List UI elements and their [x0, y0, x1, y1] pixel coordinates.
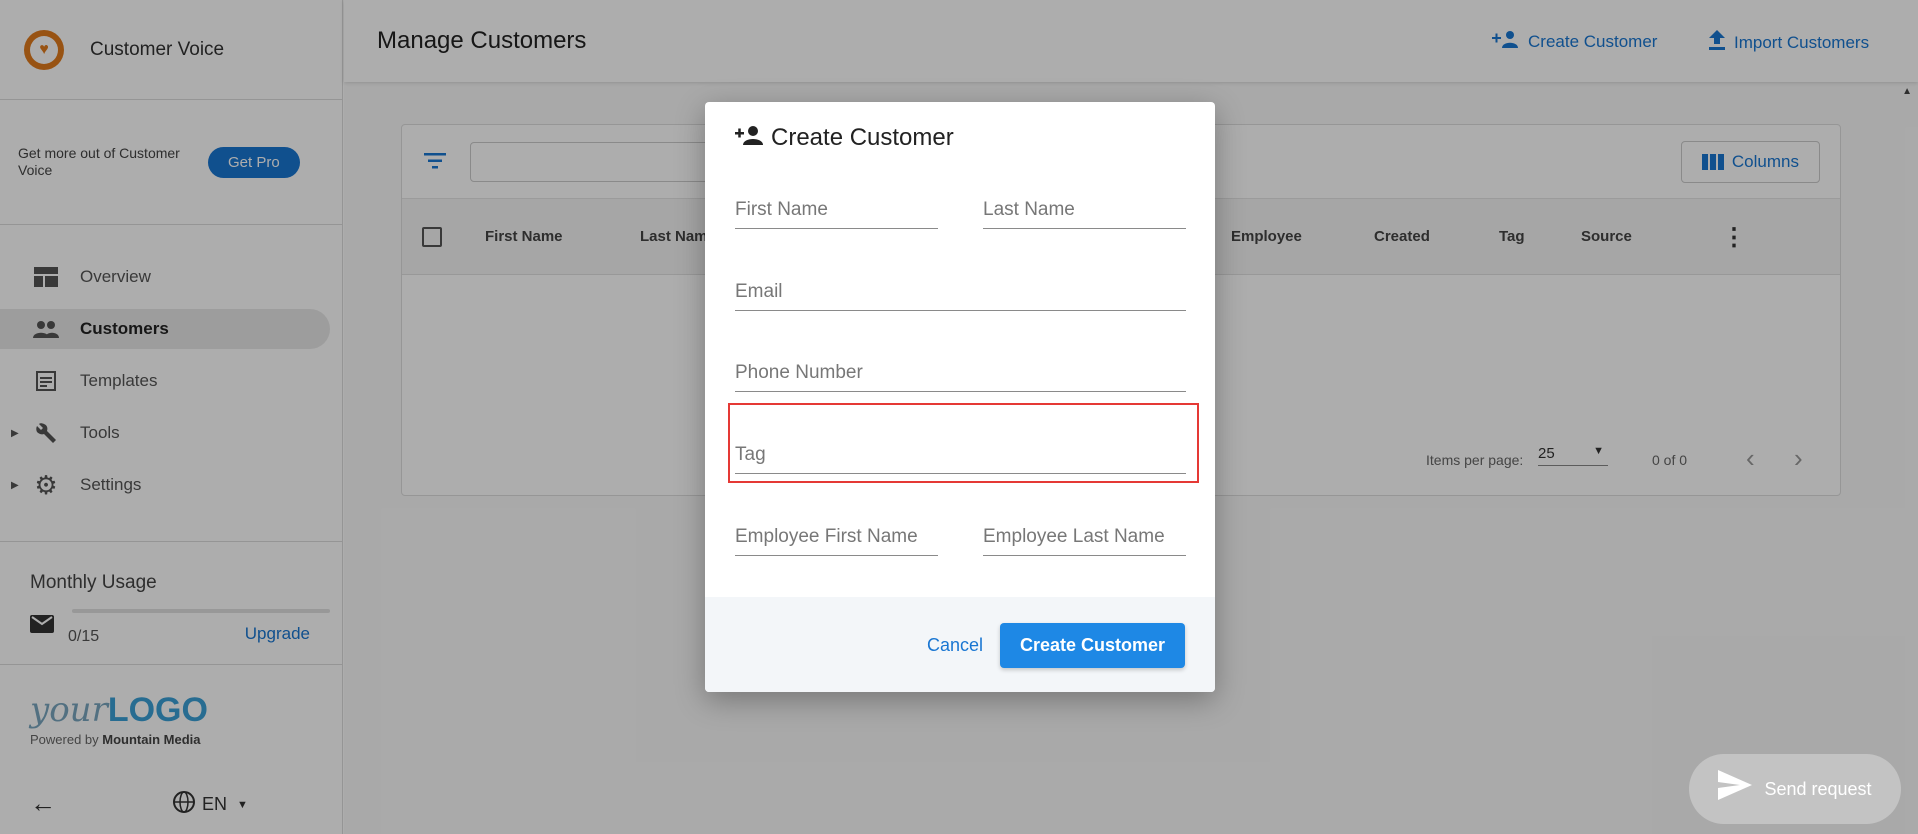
add-person-icon	[735, 125, 763, 151]
dialog-title-text: Create Customer	[771, 124, 954, 151]
dialog-title: Create Customer	[735, 124, 954, 152]
send-request-label: Send request	[1764, 778, 1872, 799]
employee-first-name-field[interactable]: Employee First Name	[735, 520, 938, 556]
employee-last-name-field[interactable]: Employee Last Name	[983, 520, 1186, 556]
cancel-button[interactable]: Cancel	[927, 635, 983, 656]
email-field[interactable]: Email	[735, 275, 1186, 311]
create-customer-button[interactable]: Create Customer	[999, 623, 1185, 668]
create-customer-dialog: Create Customer First Name Last Name Ema…	[705, 102, 1215, 692]
dialog-actions: Cancel Create Customer	[705, 597, 1215, 692]
send-request-button[interactable]: Send request	[1689, 754, 1901, 824]
last-name-field[interactable]: Last Name	[983, 193, 1186, 229]
first-name-field[interactable]: First Name	[735, 193, 938, 229]
send-icon	[1718, 770, 1753, 808]
phone-number-field[interactable]: Phone Number	[735, 356, 1186, 392]
tag-field[interactable]: Tag	[735, 438, 1186, 474]
